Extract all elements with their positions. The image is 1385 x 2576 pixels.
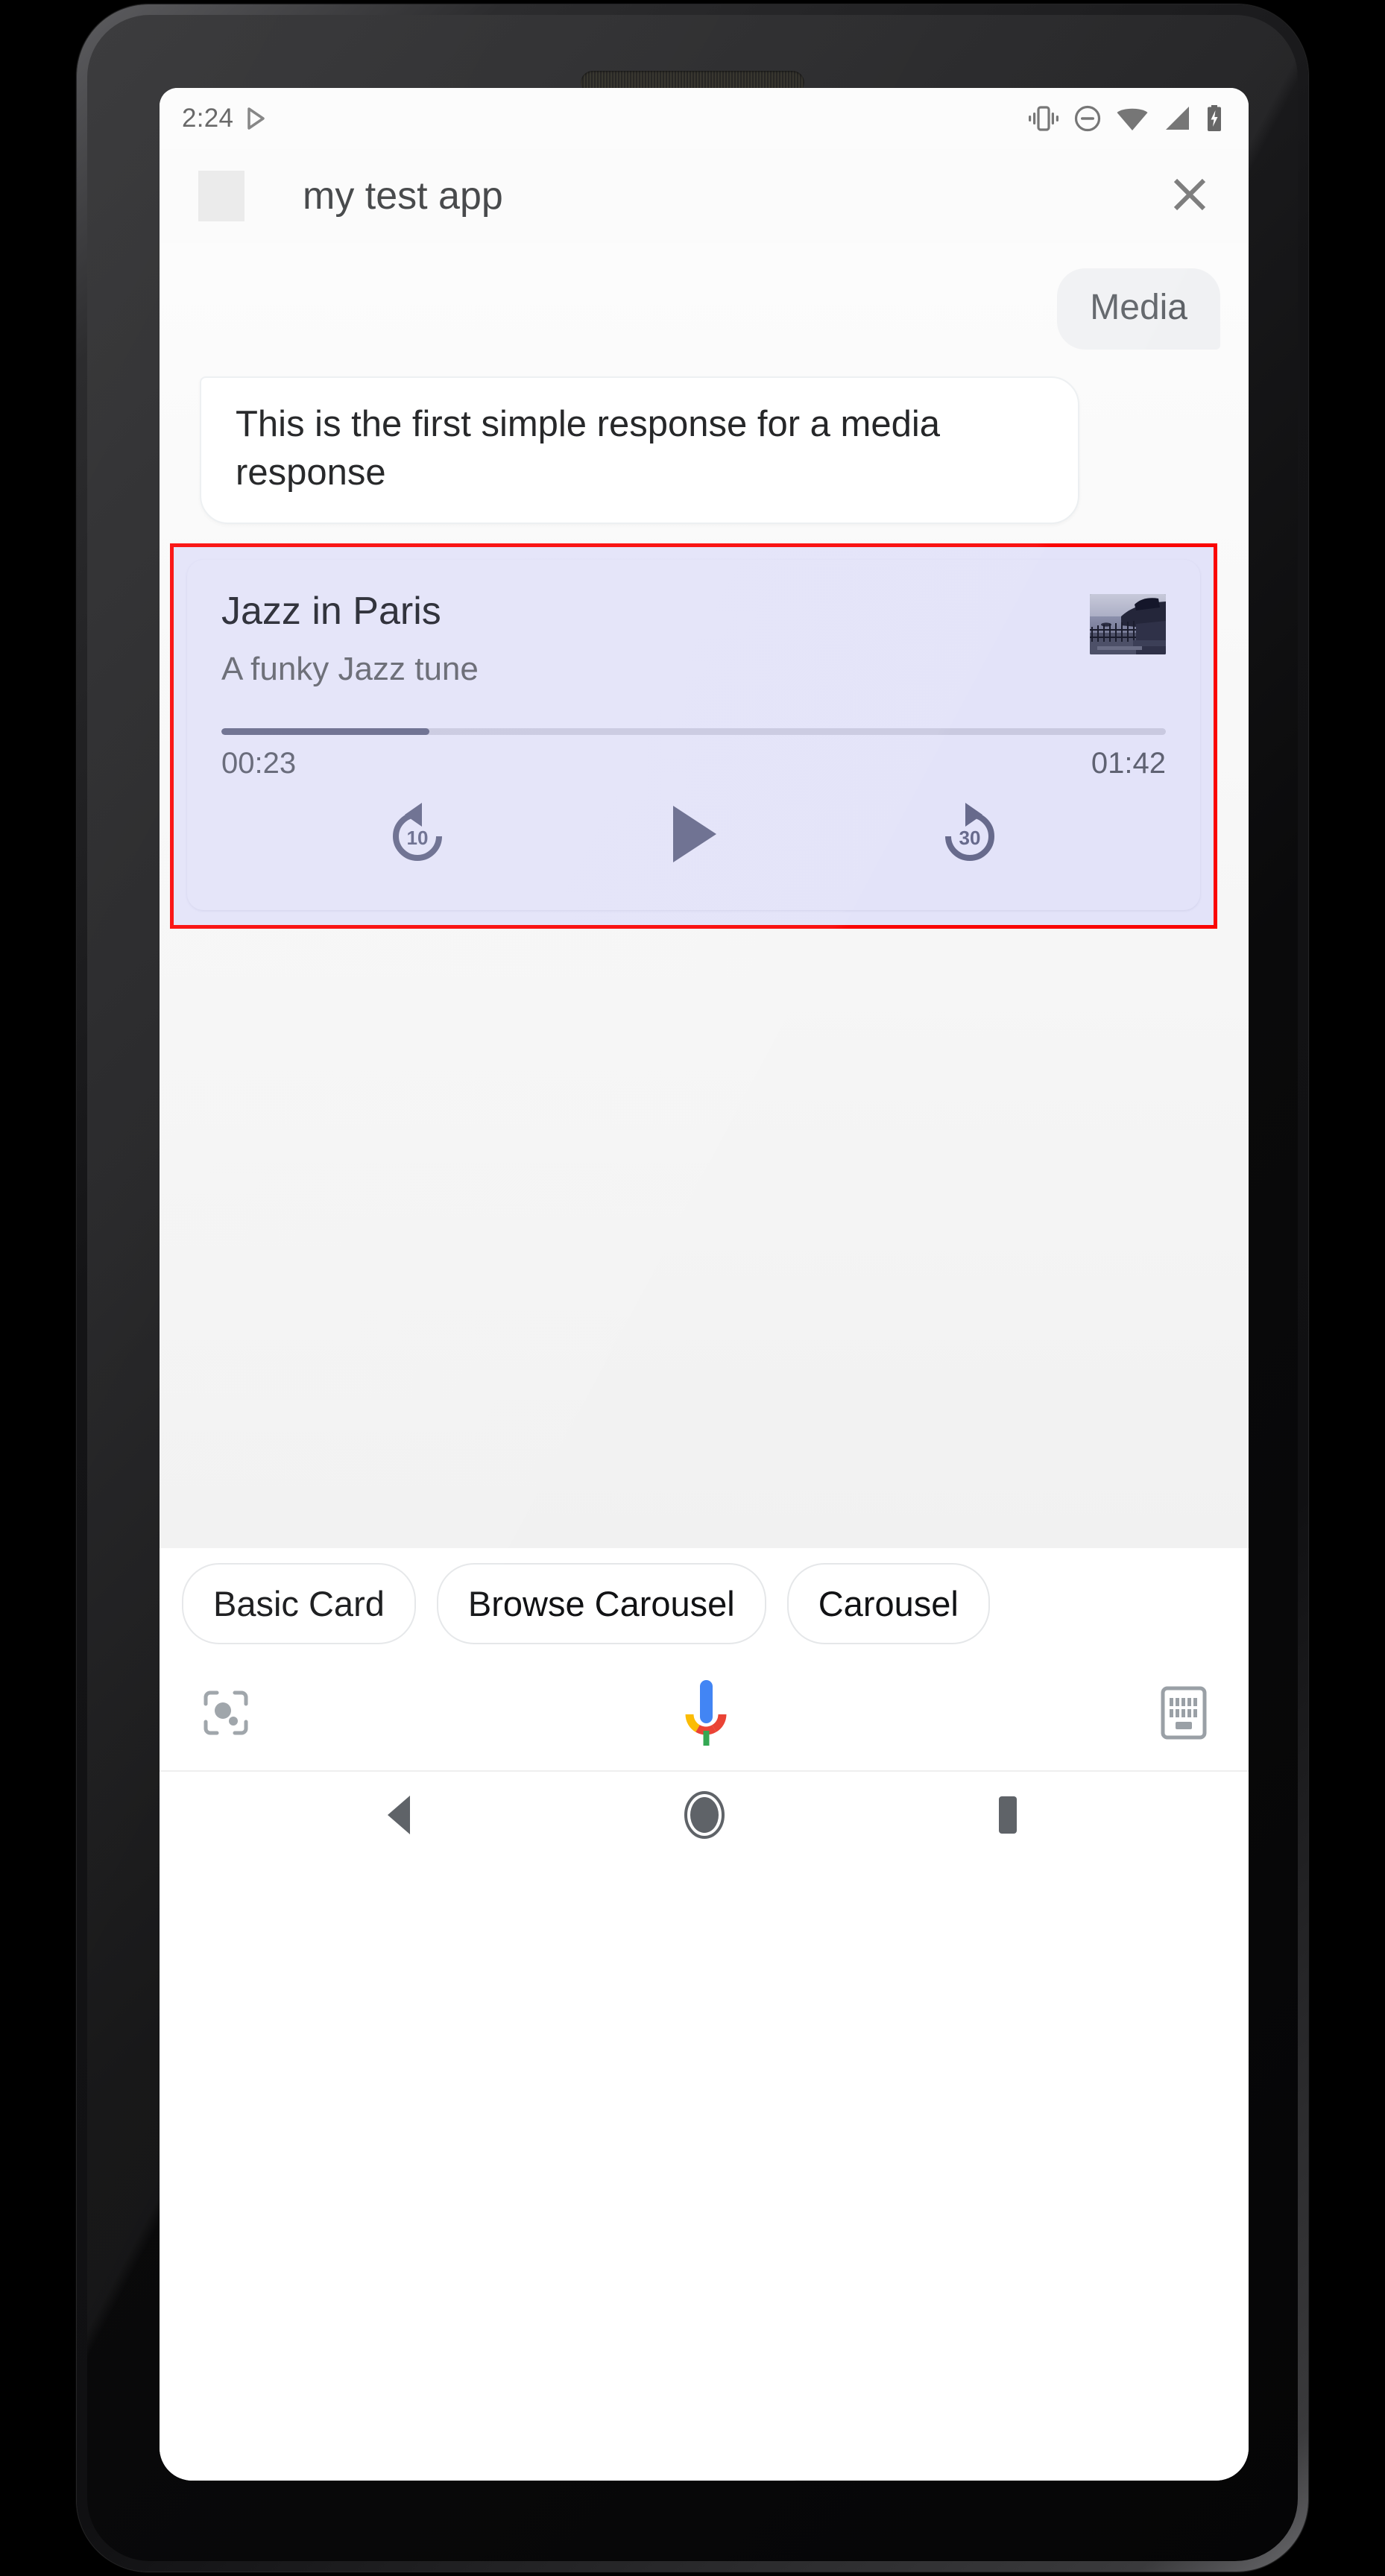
do-not-disturb-icon <box>1073 104 1102 133</box>
screenshot-stage: 2:24 my test app Media This is the first… <box>0 0 1385 2576</box>
replay-10-button[interactable]: 10 <box>373 791 462 880</box>
recents-icon <box>995 1794 1020 1840</box>
suggestion-chip-browse-carousel[interactable]: Browse Carousel <box>436 1562 766 1644</box>
media-controls: 10 30 <box>221 791 1166 880</box>
forward-30-icon: 30 <box>934 798 1006 874</box>
media-time-row: 00:23 01:42 <box>221 747 1166 780</box>
assistant-mic-button[interactable] <box>675 1677 737 1752</box>
replay-10-icon: 10 <box>382 798 453 874</box>
phone-bezel: 2:24 my test app Media This is the first… <box>87 15 1298 2561</box>
media-subtitle: A funky Jazz tune <box>221 650 479 687</box>
media-card-highlight-box: Jazz in Paris A funky Jazz tune 00:23 01… <box>170 543 1217 929</box>
nav-recents-button[interactable] <box>967 1775 1049 1857</box>
media-current-time: 00:23 <box>221 747 297 780</box>
status-bar-clock: 2:24 <box>182 104 234 133</box>
status-bar: 2:24 <box>160 88 1249 149</box>
forward-30-button[interactable]: 30 <box>925 791 1015 880</box>
user-message-row: Media <box>160 243 1249 350</box>
close-icon <box>1170 174 1210 218</box>
assistant-mic-icon <box>675 1677 737 1752</box>
home-icon <box>681 1790 728 1843</box>
play-button[interactable] <box>649 791 738 880</box>
agent-message-row: This is the first simple response for a … <box>160 350 1249 525</box>
nav-back-button[interactable] <box>360 1775 442 1857</box>
album-art-image <box>1090 594 1166 655</box>
nav-home-button[interactable] <box>663 1775 745 1857</box>
phone-frame: 2:24 my test app Media This is the first… <box>77 4 1308 2572</box>
media-progress-fill <box>221 728 429 736</box>
suggestion-chip-carousel[interactable]: Carousel <box>786 1562 990 1644</box>
play-icon <box>663 801 724 871</box>
battery-charging-icon <box>1205 104 1223 133</box>
wifi-icon <box>1116 105 1149 132</box>
conversation-area: Media This is the first simple response … <box>160 243 1249 1549</box>
page-title: my test app <box>303 174 503 218</box>
suggestion-chip-basic-card[interactable]: Basic Card <box>182 1562 416 1644</box>
back-icon <box>382 1793 420 1841</box>
user-message-bubble: Media <box>1057 268 1220 350</box>
play-arrow-icon <box>247 107 266 130</box>
media-card[interactable]: Jazz in Paris A funky Jazz tune 00:23 01… <box>187 560 1200 911</box>
svg-text:10: 10 <box>407 827 429 849</box>
google-lens-icon <box>201 1688 250 1741</box>
media-response-wrapper: Jazz in Paris A funky Jazz tune 00:23 01… <box>160 543 1249 929</box>
screen-bottom-filler <box>160 1861 1249 2481</box>
status-bar-icons <box>1028 104 1223 133</box>
app-header: my test app <box>160 149 1249 243</box>
media-card-header: Jazz in Paris A funky Jazz tune <box>221 591 1166 686</box>
android-navigation-bar <box>160 1772 1249 1862</box>
agent-message-bubble: This is the first simple response for a … <box>200 376 1079 525</box>
vibrate-icon <box>1028 104 1059 133</box>
phone-screen: 2:24 my test app Media This is the first… <box>160 88 1249 2481</box>
google-lens-button[interactable] <box>201 1688 250 1741</box>
keyboard-icon <box>1161 1686 1207 1743</box>
media-title: Jazz in Paris <box>221 590 441 634</box>
conversation-spacer <box>160 929 1249 1548</box>
suggestion-chips-bar: Basic Card Browse Carousel Carousel <box>160 1548 1249 1659</box>
close-button[interactable] <box>1161 167 1219 225</box>
media-total-time: 01:42 <box>1091 747 1166 780</box>
media-progress-bar[interactable] <box>221 728 1166 736</box>
cellular-signal-icon <box>1163 105 1191 132</box>
assistant-input-bar <box>160 1658 1249 1772</box>
app-icon-placeholder <box>198 171 244 221</box>
svg-text:30: 30 <box>959 827 980 849</box>
keyboard-button[interactable] <box>1161 1686 1207 1743</box>
